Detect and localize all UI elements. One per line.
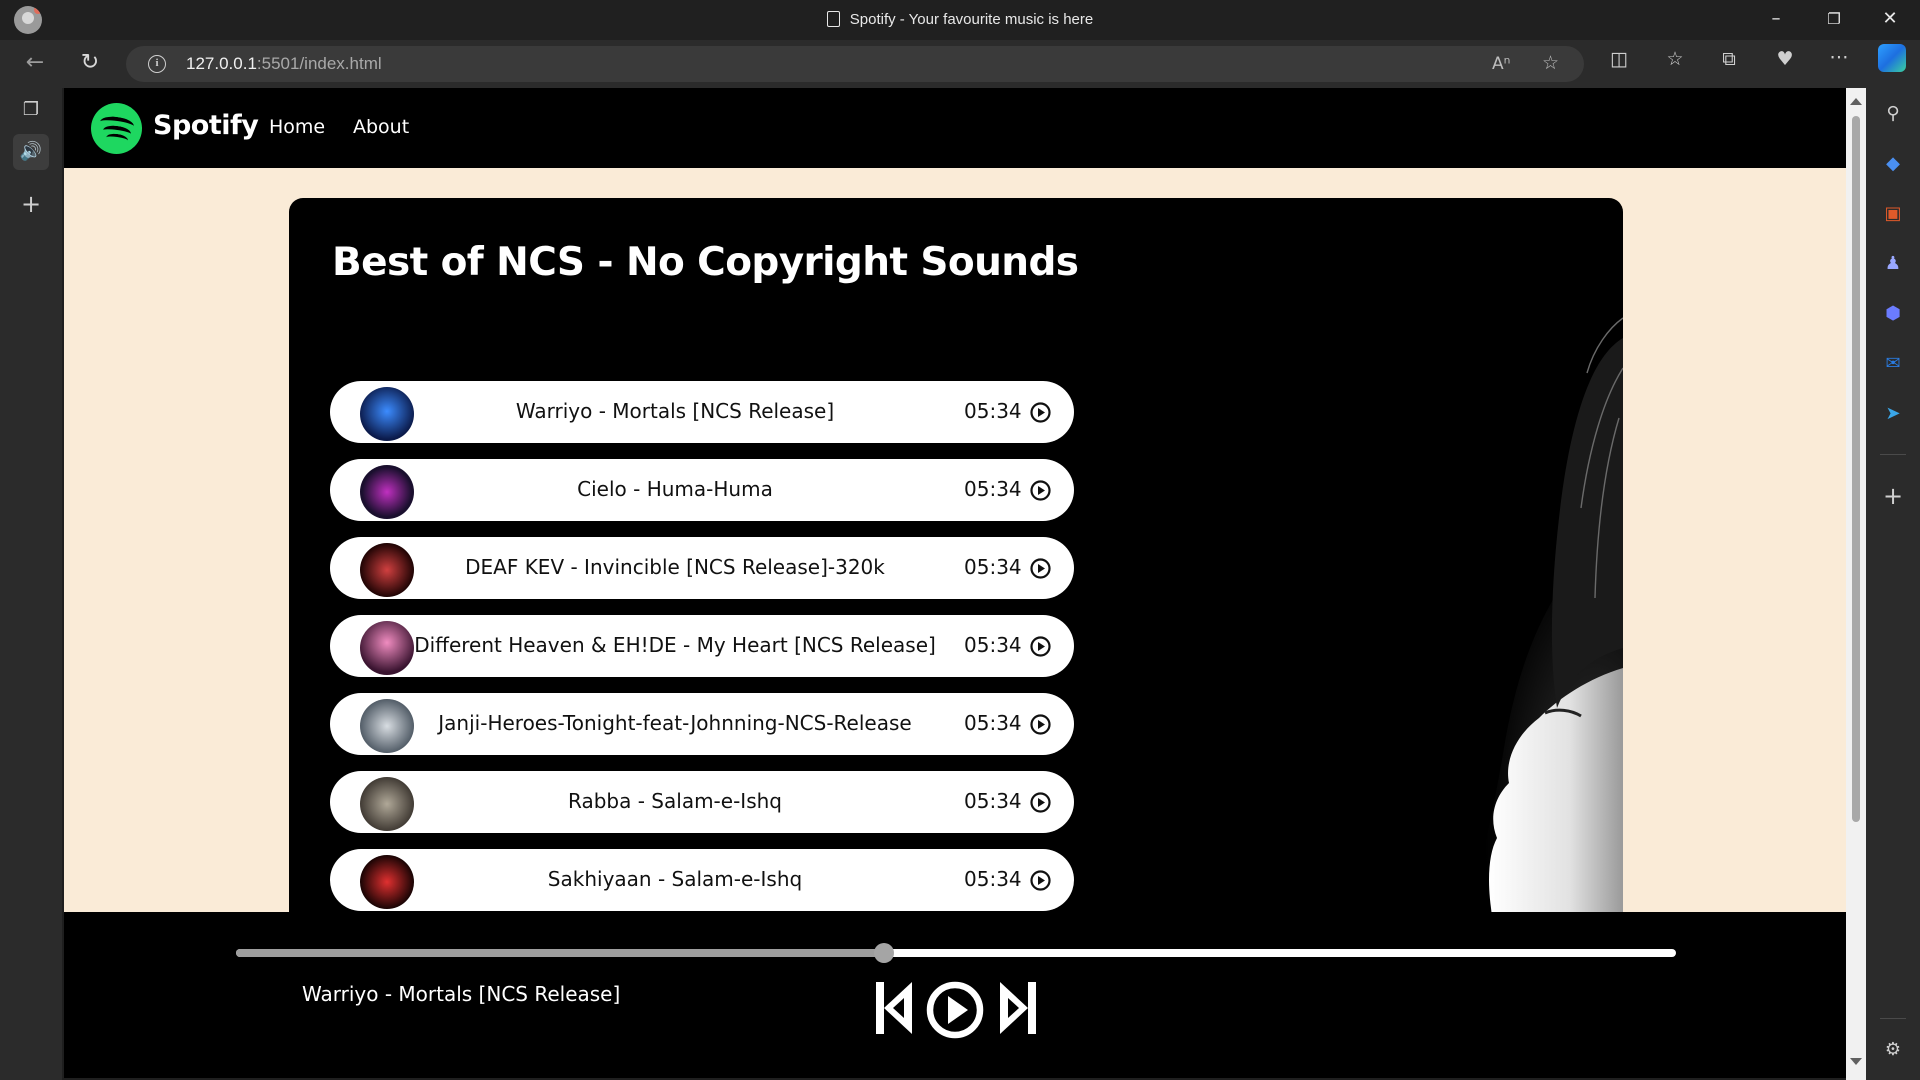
- site-navbar: Spotify Home About: [64, 88, 1846, 168]
- nav-about-link[interactable]: About: [353, 116, 409, 138]
- favorites-icon[interactable]: ☆: [1660, 48, 1690, 70]
- play-circle-icon[interactable]: [1030, 402, 1051, 423]
- document-icon: [826, 11, 840, 27]
- browser-essentials-icon[interactable]: ♥: [1770, 48, 1800, 70]
- add-sidebar-app-icon[interactable]: +: [1881, 484, 1905, 508]
- page-viewport: Spotify Home About Best of NCS - No Copy…: [64, 88, 1846, 1078]
- song-duration: 05:34: [964, 477, 1022, 501]
- playlist-container: Best of NCS - No Copyright Sounds Warriy…: [289, 198, 1623, 958]
- play-circle-icon[interactable]: [1030, 558, 1051, 579]
- tools-briefcase-icon[interactable]: ▣: [1881, 202, 1905, 226]
- tab-actions-icon[interactable]: ❐: [13, 92, 49, 128]
- outlook-icon[interactable]: ✉: [1881, 352, 1905, 376]
- page-scrollbar[interactable]: [1846, 88, 1866, 1080]
- song-cover-image: [360, 777, 414, 831]
- play-circle-icon[interactable]: [1030, 714, 1051, 735]
- collections-icon[interactable]: ⧉: [1714, 48, 1744, 70]
- song-item[interactable]: Different Heaven & EH!DE - My Heart [NCS…: [330, 615, 1074, 677]
- games-icon[interactable]: ♟: [1881, 252, 1905, 276]
- progress-bar[interactable]: [236, 943, 1676, 963]
- sidebar-divider: [1880, 1018, 1906, 1019]
- site-info-icon[interactable]: i: [148, 55, 166, 73]
- play-circle-icon[interactable]: [1030, 480, 1051, 501]
- read-aloud-icon[interactable]: Aⁿ: [1492, 54, 1510, 74]
- minimize-icon[interactable]: –: [1764, 8, 1788, 29]
- url-host: 127.0.0.1: [186, 54, 257, 73]
- new-tab-icon[interactable]: +: [13, 186, 49, 222]
- send-telegram-icon[interactable]: ➤: [1881, 402, 1905, 426]
- split-screen-icon[interactable]: ◫: [1604, 48, 1634, 70]
- song-item[interactable]: Cielo - Huma-Huma 05:34: [330, 459, 1074, 521]
- tab-title: Spotify - Your favourite music is here: [0, 11, 1920, 28]
- copilot-icon[interactable]: [1878, 44, 1906, 72]
- song-duration: 05:34: [964, 555, 1022, 579]
- nav-home-link[interactable]: Home: [269, 116, 325, 138]
- previous-track-icon[interactable]: [874, 981, 914, 1035]
- brand-name[interactable]: Spotify: [153, 110, 259, 141]
- sidebar-divider: [1880, 454, 1906, 455]
- song-cover-image: [360, 855, 414, 909]
- back-arrow-icon[interactable]: ←: [20, 50, 50, 75]
- song-name: Rabba - Salam-e-Ishq: [568, 789, 782, 813]
- song-item[interactable]: Sakhiyaan - Salam-e-Ishq 05:34: [330, 849, 1074, 911]
- audio-tab-icon[interactable]: 🔊: [13, 134, 49, 170]
- vertical-tabs-rail: ❐ 🔊 +: [0, 88, 62, 1080]
- song-item[interactable]: Rabba - Salam-e-Ishq 05:34: [330, 771, 1074, 833]
- song-name: DEAF KEV - Invincible [NCS Release]-320k: [465, 555, 885, 579]
- shopping-tag-icon[interactable]: ◆: [1881, 152, 1905, 176]
- close-icon[interactable]: ✕: [1878, 8, 1902, 29]
- address-bar[interactable]: i 127.0.0.1:5501/index.html Aⁿ ☆: [126, 46, 1584, 82]
- player-bar: Warriyo - Mortals [NCS Release]: [64, 912, 1846, 1078]
- song-duration: 05:34: [964, 789, 1022, 813]
- song-name: Different Heaven & EH!DE - My Heart [NCS…: [414, 633, 936, 657]
- browser-titlebar: Spotify - Your favourite music is here –…: [0, 0, 1920, 40]
- song-item[interactable]: Janji-Heroes-Tonight-feat-Johnning-NCS-R…: [330, 693, 1074, 755]
- song-item[interactable]: Warriyo - Mortals [NCS Release] 05:34: [330, 381, 1074, 443]
- song-duration: 05:34: [964, 867, 1022, 891]
- scroll-down-arrow-icon[interactable]: [1850, 1058, 1862, 1065]
- song-name: Warriyo - Mortals [NCS Release]: [515, 399, 835, 423]
- now-playing-title: Warriyo - Mortals [NCS Release]: [302, 982, 621, 1006]
- song-name: Cielo - Huma-Huma: [577, 477, 773, 501]
- next-track-icon[interactable]: [998, 981, 1038, 1035]
- url-path: :5501/index.html: [256, 54, 382, 73]
- more-options-icon[interactable]: ⋯: [1824, 46, 1854, 68]
- edge-sidebar: ⚲ ◆ ▣ ♟ ⬢ ✉ ➤ + ⚙: [1866, 88, 1920, 1080]
- song-duration: 05:34: [964, 633, 1022, 657]
- favorite-star-icon[interactable]: ☆: [1542, 52, 1559, 74]
- restore-icon[interactable]: ❐: [1822, 10, 1846, 28]
- url-text[interactable]: 127.0.0.1:5501/index.html: [186, 54, 382, 74]
- settings-gear-icon[interactable]: ⚙: [1881, 1038, 1905, 1062]
- copilot-sidebar-icon[interactable]: ⬢: [1881, 302, 1905, 326]
- song-duration: 05:34: [964, 399, 1022, 423]
- song-cover-image: [360, 699, 414, 753]
- song-name: Janji-Heroes-Tonight-feat-Johnning-NCS-R…: [438, 711, 912, 735]
- song-duration: 05:34: [964, 711, 1022, 735]
- playlist-title: Best of NCS - No Copyright Sounds: [332, 240, 1079, 285]
- play-icon[interactable]: [926, 981, 984, 1039]
- refresh-icon[interactable]: ↻: [75, 50, 105, 75]
- tab-title-text: Spotify - Your favourite music is here: [849, 11, 1094, 28]
- song-cover-image: [360, 621, 414, 675]
- spotify-logo-icon[interactable]: [91, 103, 142, 154]
- song-cover-image: [360, 543, 414, 597]
- scroll-up-arrow-icon[interactable]: [1850, 98, 1862, 105]
- song-cover-image: [360, 465, 414, 519]
- play-circle-icon[interactable]: [1030, 870, 1051, 891]
- song-item[interactable]: DEAF KEV - Invincible [NCS Release]-320k…: [330, 537, 1074, 599]
- scrollbar-thumb[interactable]: [1852, 116, 1860, 822]
- background-portrait-image: [1319, 278, 1623, 958]
- play-circle-icon[interactable]: [1030, 636, 1051, 657]
- search-icon[interactable]: ⚲: [1881, 102, 1905, 126]
- song-cover-image: [360, 387, 414, 441]
- browser-toolbar: ← ↻ i 127.0.0.1:5501/index.html Aⁿ ☆ ◫ ☆…: [0, 40, 1920, 88]
- progress-bar-knob[interactable]: [874, 943, 894, 963]
- song-name: Sakhiyaan - Salam-e-Ishq: [547, 867, 803, 891]
- progress-bar-fill: [236, 949, 884, 957]
- play-circle-icon[interactable]: [1030, 792, 1051, 813]
